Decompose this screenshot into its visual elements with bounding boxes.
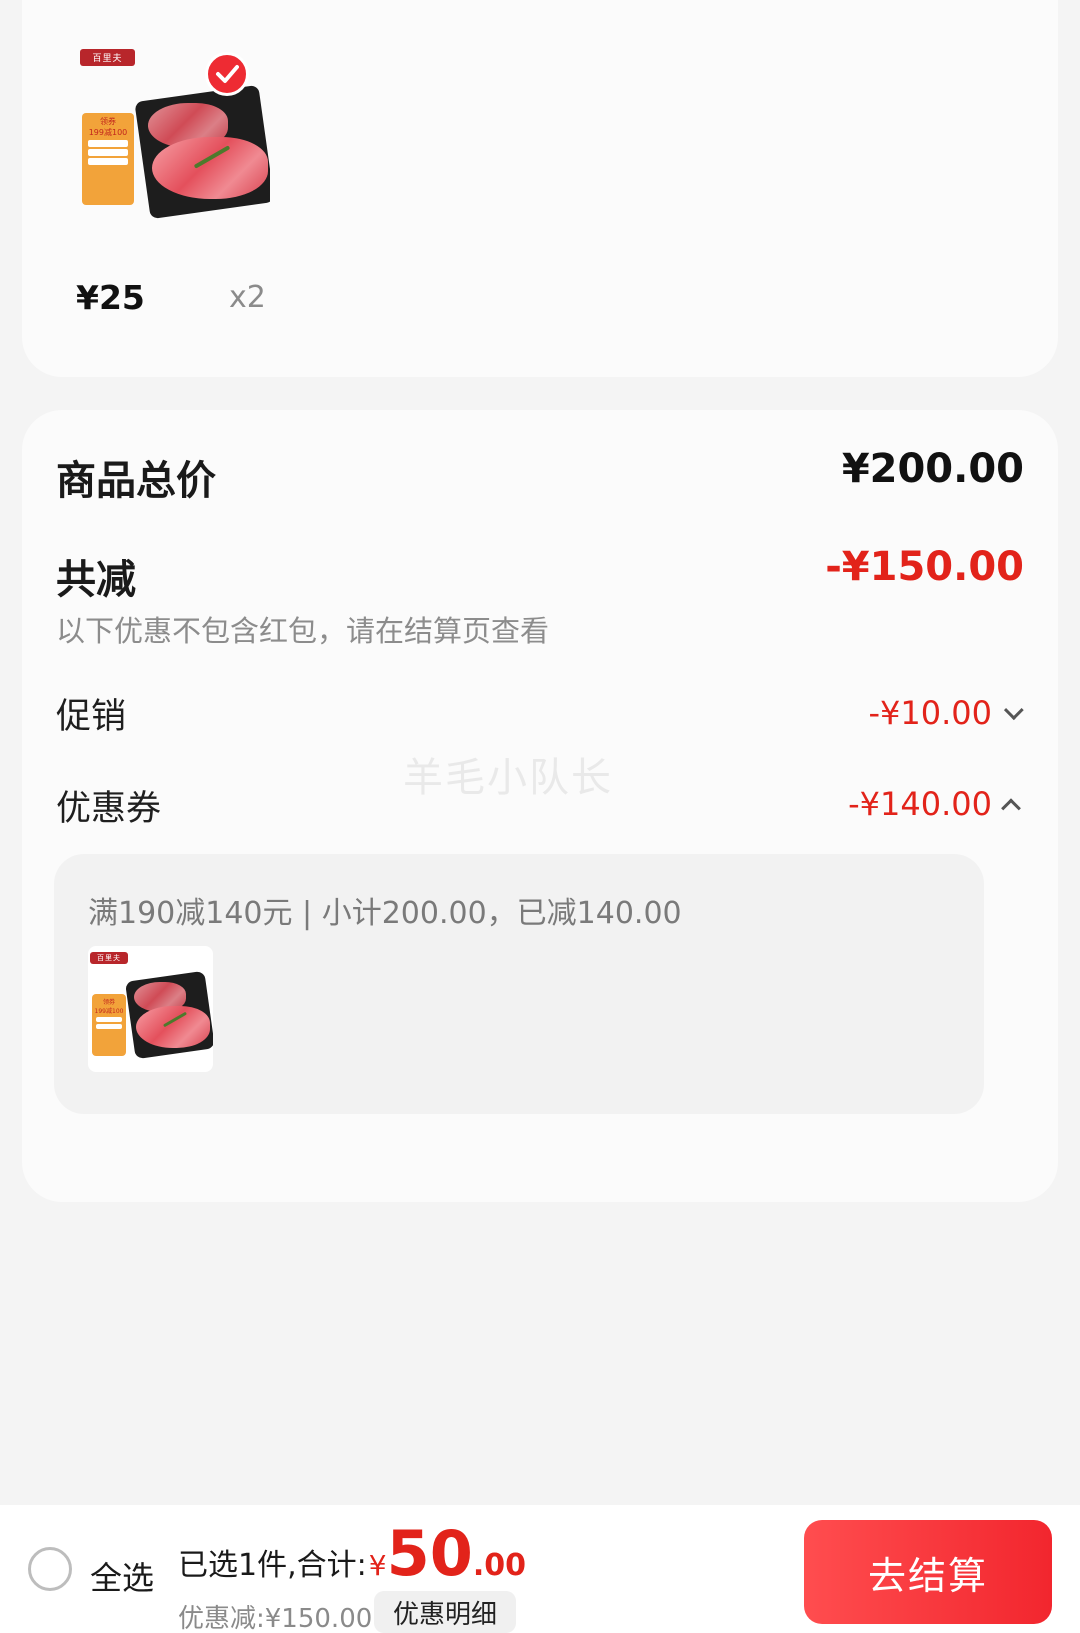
coupon-row[interactable]: -¥140.00 (848, 785, 1021, 823)
promotion-value: -¥10.00 (868, 694, 992, 732)
chevron-up-icon[interactable] (1001, 798, 1021, 819)
currency-symbol: ¥ (368, 1549, 387, 1582)
total-amount-integer: 50 (386, 1517, 473, 1590)
selected-count-text: 已选1件,合计: (178, 1548, 367, 1583)
discount-amount-text: 优惠减:¥150.00 (178, 1604, 373, 1633)
promotion-label: 促销 (56, 697, 127, 737)
total-price-value: ¥200.00 (841, 446, 1024, 492)
item-quantity: x2 (229, 280, 266, 315)
total-summary: 已选1件,合计: ¥ 50 .00 (178, 1523, 526, 1585)
coupon-value: -¥140.00 (848, 785, 992, 823)
total-reduction-value: -¥150.00 (825, 544, 1024, 590)
discount-note: 以下优惠不包含红包，请在结算页查看 (56, 614, 550, 648)
coupon-detail-panel: 满190减140元 | 小计200.00，已减140.00 百里夫 领券 199减… (54, 854, 984, 1114)
checkout-bar: 全选 已选1件,合计: ¥ 50 .00 优惠减:¥150.00 优惠明细 去结… (0, 1505, 1080, 1633)
cart-item-card: 百里夫 领券 199减100 ¥25 x2 (22, 0, 1058, 377)
discount-detail-button[interactable]: 优惠明细 (374, 1591, 516, 1633)
coupon-product-image[interactable]: 百里夫 领券 199减100 (88, 946, 213, 1072)
check-icon[interactable] (205, 52, 249, 96)
total-amount-decimal: .00 (472, 1548, 526, 1583)
promotion-row[interactable]: -¥10.00 (868, 694, 1024, 732)
select-all-radio[interactable] (28, 1547, 72, 1591)
price-summary-card: 商品总价 ¥200.00 共减 -¥150.00 以下优惠不包含红包，请在结算页… (22, 410, 1058, 1202)
coupon-label: 优惠券 (56, 789, 162, 829)
checkout-button[interactable]: 去结算 (804, 1520, 1052, 1624)
select-all-label[interactable]: 全选 (90, 1553, 154, 1599)
total-price-label: 商品总价 (56, 458, 216, 504)
item-price: ¥25 (76, 278, 145, 317)
watermark: 羊毛小队长 (403, 755, 613, 801)
total-reduction-label: 共减 (56, 557, 136, 603)
chevron-down-icon[interactable] (1003, 700, 1024, 721)
coupon-detail-text: 满190减140元 | 小计200.00，已减140.00 (88, 896, 682, 931)
